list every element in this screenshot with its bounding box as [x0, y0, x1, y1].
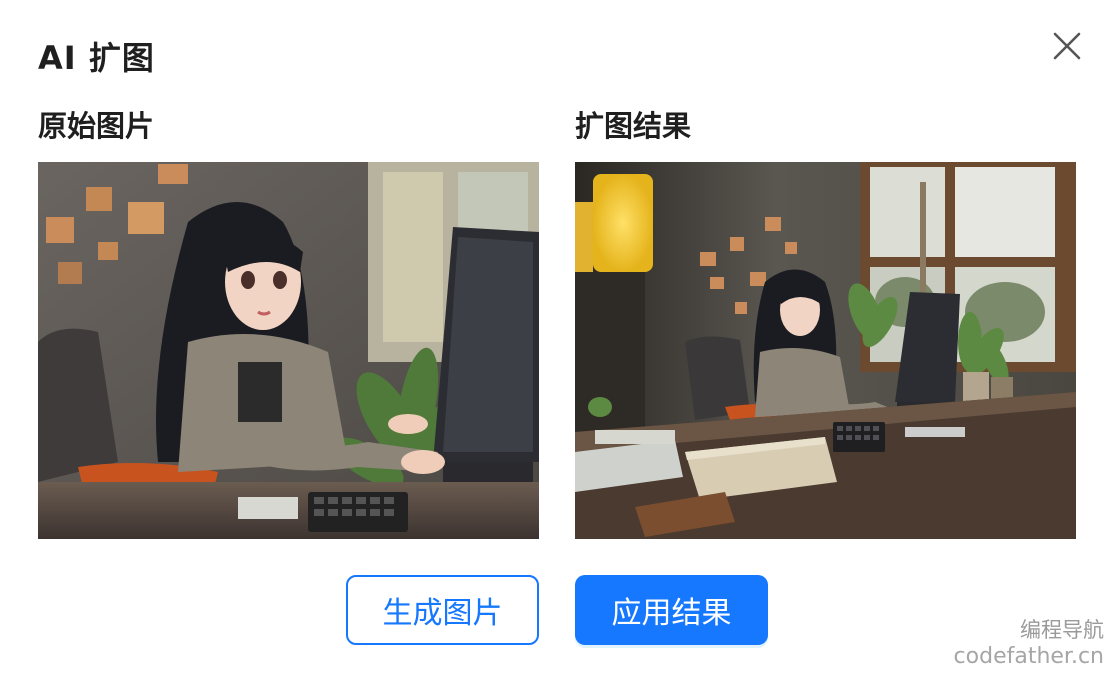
close-button[interactable]	[1049, 28, 1085, 64]
result-image	[575, 162, 1076, 539]
close-icon	[1053, 32, 1081, 60]
original-image	[38, 162, 539, 539]
apply-result-button[interactable]: 应用结果	[575, 575, 768, 645]
result-image-label: 扩图结果	[575, 109, 692, 143]
watermark-title: 编程导航	[1020, 618, 1104, 642]
original-image-label: 原始图片	[38, 109, 155, 143]
dialog-title: AI 扩图	[38, 39, 155, 77]
watermark-url: codefather.cn	[953, 644, 1104, 669]
generate-image-button[interactable]: 生成图片	[346, 575, 539, 645]
